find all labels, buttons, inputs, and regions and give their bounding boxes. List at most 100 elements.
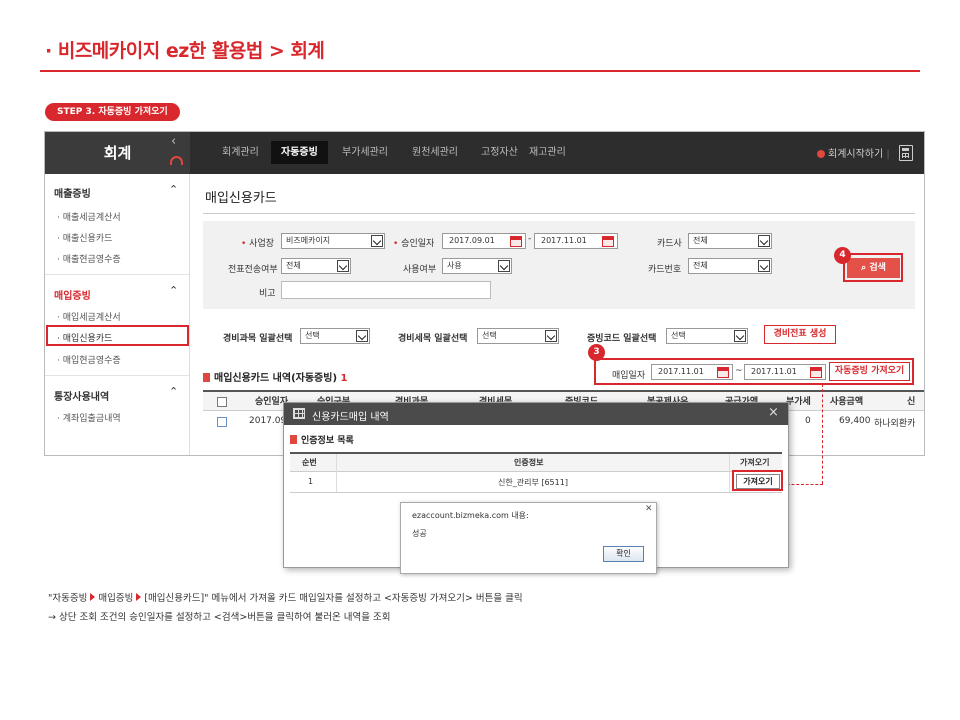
chevron-down-icon: [545, 330, 557, 342]
start-accounting-link[interactable]: 회계시작하기 |: [817, 145, 890, 160]
content-title: 매입신용카드: [205, 191, 277, 206]
column-divider: [729, 454, 730, 492]
row-divider: [290, 492, 782, 493]
close-icon[interactable]: ✕: [645, 504, 653, 514]
search-button[interactable]: ⌕ 검색: [847, 258, 900, 278]
callout-badge-search: 4: [834, 247, 851, 264]
calendar-icon[interactable]: [810, 367, 822, 378]
sidebar-item-sales-cash-receipt[interactable]: · 매출현금영수증: [57, 252, 121, 265]
cert-row-no: 1: [308, 477, 314, 486]
approval-date-to[interactable]: 2017.11.01: [534, 233, 618, 249]
start-accounting-label: 회계시작하기: [828, 149, 884, 160]
app-brand: 회계: [45, 132, 190, 174]
list-section-title: 매입신용카드 내역(자동증빙) 1: [203, 369, 347, 384]
expense-detail-bulk-select[interactable]: 선택: [477, 328, 559, 344]
active-menu-highlight: [46, 325, 189, 346]
usage-select[interactable]: 사용: [442, 258, 512, 274]
top-navigation-bar: 회계 ‹ 회계관리 자동증빙 부가세관리 원천세관리 고정자산 재고관리 회계시…: [45, 132, 924, 174]
nav-item-auto-evidence[interactable]: 자동증빙: [271, 141, 328, 164]
chevron-down-icon: [758, 235, 770, 247]
usage-label: 사용여부: [403, 265, 437, 275]
content-title-divider: [203, 213, 915, 214]
title-divider: [40, 70, 920, 72]
purchase-date-to[interactable]: 2017.11.01: [744, 364, 826, 380]
info-icon: [817, 150, 825, 158]
sidebar-group-sales-evidence[interactable]: 매출증빙: [54, 185, 91, 200]
card-company-label: 카드사: [657, 239, 682, 249]
chevron-down-icon: [371, 235, 383, 247]
sidebar-item-purchase-cash-receipt[interactable]: · 매입현금영수증: [57, 353, 121, 366]
create-expense-voucher-button[interactable]: 경비전표 생성: [764, 325, 836, 344]
sidebar-group-bank-history[interactable]: 통장사용내역: [54, 388, 109, 403]
evidence-code-bulk-select[interactable]: 선택: [666, 328, 748, 344]
alarm-icon[interactable]: [170, 156, 183, 165]
grid-header-merchant[interactable]: 신: [907, 394, 915, 407]
fetch-button[interactable]: 가져오기: [736, 474, 780, 489]
collapse-chevron-icon[interactable]: ‹: [171, 134, 176, 149]
nav-item-inventory[interactable]: 재고관리: [519, 141, 576, 164]
calendar-icon[interactable]: [717, 367, 729, 378]
expense-account-bulk-label: 경비과목 일괄선택: [223, 334, 293, 344]
sidebar-item-sales-credit-card[interactable]: · 매출신용카드: [57, 231, 112, 244]
row-vat: 0: [805, 416, 811, 426]
expense-account-bulk-select[interactable]: 선택: [300, 328, 370, 344]
select-all-checkbox[interactable]: [217, 397, 227, 407]
nav-item-vat-management[interactable]: 부가세관리: [332, 141, 398, 164]
section-marker-icon: [290, 435, 297, 444]
step-badge: STEP 3. 자동증빙 가져오기: [45, 103, 180, 121]
approval-date-from[interactable]: 2017.09.01: [442, 233, 526, 249]
grid-header-vat[interactable]: 부가세: [786, 394, 811, 407]
card-number-label: 카드번호: [648, 265, 682, 275]
memo-input[interactable]: [281, 281, 491, 299]
chevron-down-icon: [758, 260, 770, 272]
sidebar-group-purchase-evidence[interactable]: 매입증빙: [54, 287, 91, 302]
purchase-date-from[interactable]: 2017.11.01: [651, 364, 733, 380]
cert-header-fetch: 가져오기: [740, 458, 770, 467]
dialog-title: 신용카드매입 내역: [312, 412, 389, 423]
caret-up-icon[interactable]: ⌃: [169, 284, 178, 297]
sidebar-item-purchase-tax-invoice[interactable]: · 매입세금계산서: [57, 310, 121, 323]
chevron-down-icon: [498, 260, 510, 272]
arrow-right-icon: [90, 593, 96, 601]
row-merchant: 하나외환카: [874, 419, 916, 429]
caret-up-icon[interactable]: ⌃: [169, 183, 178, 196]
sidebar-item-sales-tax-invoice[interactable]: · 매출세금계산서: [57, 210, 121, 223]
expense-detail-bulk-label: 경비세목 일괄선택: [398, 334, 468, 344]
grid-header-usage-amount[interactable]: 사용금액: [830, 394, 863, 407]
ok-button[interactable]: 확인: [603, 546, 644, 562]
sidebar-divider: [45, 274, 189, 275]
voucher-sent-select[interactable]: 전체: [281, 258, 351, 274]
nav-item-withholding-tax[interactable]: 원천세관리: [402, 141, 468, 164]
calculator-icon[interactable]: [899, 145, 913, 161]
card-number-select[interactable]: 전체: [688, 258, 772, 274]
card-company-select[interactable]: 전체: [688, 233, 772, 249]
cert-row-info: 신한_관리부 [6511]: [498, 478, 568, 487]
nav-item-account-management[interactable]: 회계관리: [212, 141, 269, 164]
grid-icon: [293, 408, 305, 419]
connector-line: [822, 384, 823, 484]
sidebar-divider: [45, 375, 189, 376]
evidence-code-bulk-label: 증빙코드 일괄선택: [587, 334, 657, 344]
memo-label: 비고: [259, 289, 276, 299]
column-divider: [336, 454, 337, 492]
cert-header-info: 인증정보: [514, 458, 544, 467]
purchase-date-separator: ~: [735, 366, 743, 376]
auto-evidence-fetch-button[interactable]: 자동증빙 가져오기: [829, 362, 910, 381]
row-usage-amount: 69,400: [839, 416, 871, 426]
close-icon[interactable]: ×: [768, 405, 779, 420]
caret-up-icon[interactable]: ⌃: [169, 385, 178, 398]
voucher-sent-label: 전표전송여부: [228, 265, 278, 275]
callout-badge-fetch: 3: [588, 344, 605, 361]
chevron-down-icon: [734, 330, 746, 342]
page-title: · 비즈메카이지 ez한 활용법 > 회계: [45, 40, 325, 62]
alert-message: ezaccount.bizmeka.com 내용:: [412, 511, 529, 520]
calendar-icon[interactable]: [602, 236, 614, 247]
calendar-icon[interactable]: [510, 236, 522, 247]
success-alert-dialog: ezaccount.bizmeka.com 내용: 성공 ✕ 확인: [400, 502, 657, 574]
row-checkbox[interactable]: [217, 417, 227, 427]
date-separator: -: [528, 234, 532, 244]
business-select[interactable]: 비즈메카이지: [281, 233, 385, 249]
sidebar-item-account-transactions[interactable]: · 계좌입출금내역: [57, 411, 121, 424]
row-approval-date: 2017.09: [249, 416, 287, 426]
chevron-down-icon: [356, 330, 368, 342]
